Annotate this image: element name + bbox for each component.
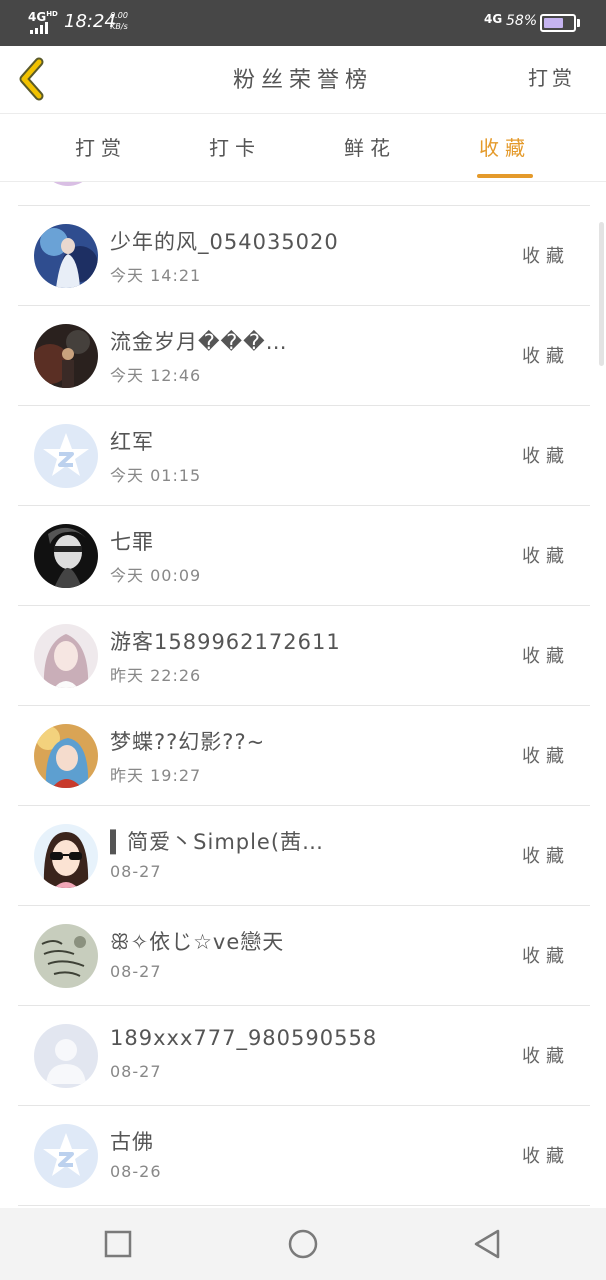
user-name: 少年的风_054035020 xyxy=(110,230,339,254)
list-item[interactable]: 189xxx777_980590558 08-27 收藏 xyxy=(0,1006,606,1106)
user-name: 七罪 xyxy=(110,530,154,554)
timestamp: 08-27 xyxy=(110,1062,162,1081)
user-name: 梦蝶??幻影??~ xyxy=(110,730,266,754)
avatar[interactable] xyxy=(34,1024,98,1088)
list-item[interactable]: 游客1589962172611 昨天 22:26 收藏 xyxy=(0,606,606,706)
timestamp: 今天 14:21 xyxy=(110,266,202,285)
user-name: 游客1589962172611 xyxy=(110,630,341,654)
square-icon xyxy=(104,1230,132,1258)
circle-icon xyxy=(288,1229,318,1259)
reward-button[interactable]: 打赏 xyxy=(528,62,576,91)
tab-favorites[interactable]: 收藏 xyxy=(460,114,550,182)
network-type-right: 4G xyxy=(484,12,503,26)
tab-bar: 打赏 打卡 鲜花 收藏 xyxy=(0,114,606,182)
avatar[interactable] xyxy=(34,424,98,488)
action-label: 收藏 xyxy=(522,646,570,667)
triangle-back-icon xyxy=(474,1229,500,1259)
signal-icon xyxy=(30,22,54,34)
avatar[interactable] xyxy=(34,224,98,288)
timestamp: 今天 01:15 xyxy=(110,466,202,485)
scrollbar[interactable] xyxy=(599,222,604,366)
page-title: 粉丝荣誉榜 xyxy=(232,68,373,93)
active-tab-indicator xyxy=(477,174,533,178)
action-label: 收藏 xyxy=(522,1146,570,1167)
action-label: 收藏 xyxy=(522,846,570,867)
action-label: 收藏 xyxy=(522,346,570,367)
timestamp: 08-27 xyxy=(110,862,162,881)
action-label: 收藏 xyxy=(522,1046,570,1067)
avatar[interactable] xyxy=(34,524,98,588)
user-name: 流金岁月���… xyxy=(110,330,288,354)
list-item[interactable]: 流金岁月���… 今天 12:46 收藏 xyxy=(0,306,606,406)
action-label: 收藏 xyxy=(522,746,570,767)
list-item[interactable]: ▍简爱丶Simple(茜… 08-27 收藏 xyxy=(0,806,606,906)
tab-flowers[interactable]: 鲜花 xyxy=(325,114,415,182)
action-label: 收藏 xyxy=(522,246,570,267)
action-label: 收藏 xyxy=(522,546,570,567)
list-item[interactable]: ꕥ✧依じ☆ve戀天 08-27 收藏 xyxy=(0,906,606,1006)
avatar[interactable] xyxy=(34,924,98,988)
list-item[interactable]: 红军 今天 01:15 收藏 xyxy=(0,406,606,506)
list-item[interactable]: 少年的风_054035020 今天 14:21 收藏 xyxy=(0,206,606,306)
timestamp: 08-27 xyxy=(110,962,162,981)
status-bar: 4GHD 18:24 0.00 KB/s 4G 58% xyxy=(0,0,606,46)
system-nav-bar xyxy=(0,1208,606,1280)
battery-percent: 58% xyxy=(506,13,538,29)
network-speed: 0.00 KB/s xyxy=(110,11,128,31)
list-item[interactable]: 梦蝶??幻影??~ 昨天 19:27 收藏 xyxy=(0,706,606,806)
user-name: ▍简爱丶Simple(茜… xyxy=(110,830,325,854)
user-name: 古佛 xyxy=(110,1130,154,1154)
top-bar: 粉丝荣誉榜 打赏 xyxy=(0,46,606,114)
timestamp: 昨天 19:27 xyxy=(110,766,202,785)
tab-checkin[interactable]: 打卡 xyxy=(190,114,280,182)
timestamp: 昨天 22:26 xyxy=(110,666,202,685)
list-item[interactable]: 七罪 今天 00:09 收藏 xyxy=(0,506,606,606)
avatar xyxy=(40,182,96,186)
avatar[interactable] xyxy=(34,624,98,688)
user-name: 红军 xyxy=(110,430,154,454)
timestamp: 今天 00:09 xyxy=(110,566,202,585)
user-name: ꕥ✧依じ☆ve戀天 xyxy=(110,930,285,954)
user-name: 189xxx777_980590558 xyxy=(110,1026,378,1050)
timestamp: 08-26 xyxy=(110,1162,162,1181)
timestamp: 今天 12:46 xyxy=(110,366,202,385)
recent-apps-button[interactable] xyxy=(88,1218,148,1270)
back-nav-button[interactable] xyxy=(457,1218,517,1270)
action-label: 收藏 xyxy=(522,446,570,467)
battery-tip xyxy=(577,19,580,27)
avatar[interactable] xyxy=(34,724,98,788)
home-button[interactable] xyxy=(273,1218,333,1270)
action-label: 收藏 xyxy=(522,946,570,967)
avatar[interactable] xyxy=(34,1124,98,1188)
favorites-list[interactable]: 少年的风_054035020 今天 14:21 收藏 流金岁月���… 今天 1… xyxy=(0,182,606,1208)
tab-reward[interactable]: 打赏 xyxy=(56,114,146,182)
avatar[interactable] xyxy=(34,324,98,388)
list-item[interactable]: 古佛 08-26 收藏 xyxy=(0,1106,606,1206)
battery-icon xyxy=(540,14,576,32)
avatar[interactable] xyxy=(34,824,98,888)
